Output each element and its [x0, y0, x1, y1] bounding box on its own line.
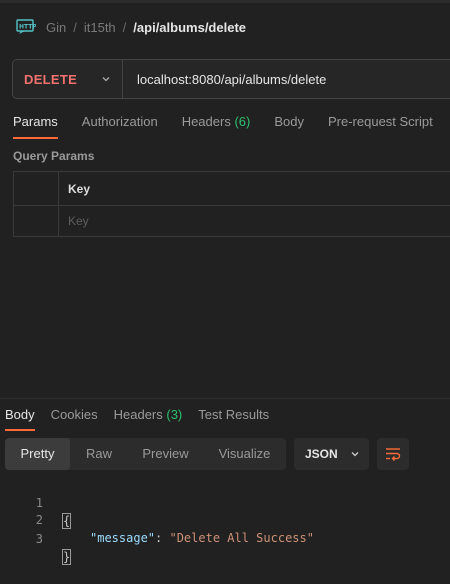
tab-headers-label: Headers: [181, 114, 231, 129]
method-select[interactable]: DELETE: [13, 60, 123, 98]
breadcrumb-separator: /: [73, 19, 77, 35]
code-line: 1 {: [0, 476, 72, 529]
response-tabs: Body Cookies Headers (3) Test Results: [5, 407, 285, 431]
response-headers-count-badge: (3): [166, 407, 183, 422]
view-mode-selector: Pretty Raw Preview Visualize: [5, 438, 286, 470]
format-label: JSON: [305, 447, 338, 461]
line-number: 1: [35, 496, 43, 510]
request-tabs: Params Authorization Headers (6) Body Pr…: [13, 114, 450, 139]
view-raw-button[interactable]: Raw: [70, 438, 128, 470]
tab-test-results[interactable]: Test Results: [198, 407, 269, 431]
view-pretty-button[interactable]: Pretty: [5, 438, 70, 470]
url-input[interactable]: [137, 71, 437, 87]
view-visualize-button[interactable]: Visualize: [203, 438, 286, 470]
code-line: 2 "message": "Delete All Success": [0, 493, 314, 545]
line-number: 2: [35, 513, 43, 527]
tab-headers[interactable]: Headers (6): [182, 114, 251, 139]
tab-response-headers-label: Headers: [113, 407, 163, 422]
open-brace: {: [62, 513, 72, 529]
tab-params[interactable]: Params: [13, 114, 58, 139]
json-value: "Delete All Success": [169, 531, 314, 545]
query-params-title: Query Params: [13, 149, 95, 163]
code-line: 3 }: [0, 512, 72, 565]
wrap-lines-icon: [386, 448, 401, 461]
line-number: 3: [35, 532, 43, 546]
svg-text:HTTP: HTTP: [19, 24, 36, 31]
tab-response-headers[interactable]: Headers (3): [114, 407, 183, 431]
format-dropdown[interactable]: JSON: [294, 438, 369, 470]
tab-pre-request-script[interactable]: Pre-request Script: [328, 114, 433, 139]
close-brace: }: [62, 549, 72, 565]
table-header-row: Key: [14, 172, 450, 206]
tab-body[interactable]: Body: [274, 114, 304, 139]
wrap-lines-button[interactable]: [377, 438, 409, 470]
tab-authorization[interactable]: Authorization: [82, 114, 158, 139]
key-input[interactable]: Key: [59, 205, 89, 237]
breadcrumb-workspace[interactable]: Gin: [46, 20, 66, 35]
chevron-down-icon: [102, 77, 110, 82]
json-key: "message": [90, 531, 156, 545]
response-divider[interactable]: [0, 398, 450, 399]
headers-count-badge: (6): [234, 114, 251, 129]
method-label: DELETE: [24, 71, 78, 87]
json-colon: :: [155, 531, 170, 545]
view-preview-button[interactable]: Preview: [128, 438, 203, 470]
query-params-table: Key Key: [13, 171, 450, 237]
request-name[interactable]: /api/albums/delete: [133, 20, 246, 35]
url-bar: DELETE: [12, 59, 450, 99]
http-icon: HTTP: [16, 19, 36, 34]
breadcrumb-collection[interactable]: it15th: [84, 20, 116, 35]
chevron-down-icon: [351, 452, 359, 457]
row-checkbox-cell[interactable]: [14, 205, 59, 237]
breadcrumb-separator: /: [122, 19, 127, 35]
tab-cookies[interactable]: Cookies: [51, 407, 98, 431]
top-edge: [0, 0, 450, 3]
table-row: Key: [14, 205, 450, 237]
key-column-header: Key: [68, 181, 91, 196]
tab-response-body[interactable]: Body: [5, 407, 35, 431]
breadcrumb: HTTP Gin / it15th / /api/albums/delete: [16, 17, 246, 37]
checkbox-column-header: [14, 172, 59, 205]
